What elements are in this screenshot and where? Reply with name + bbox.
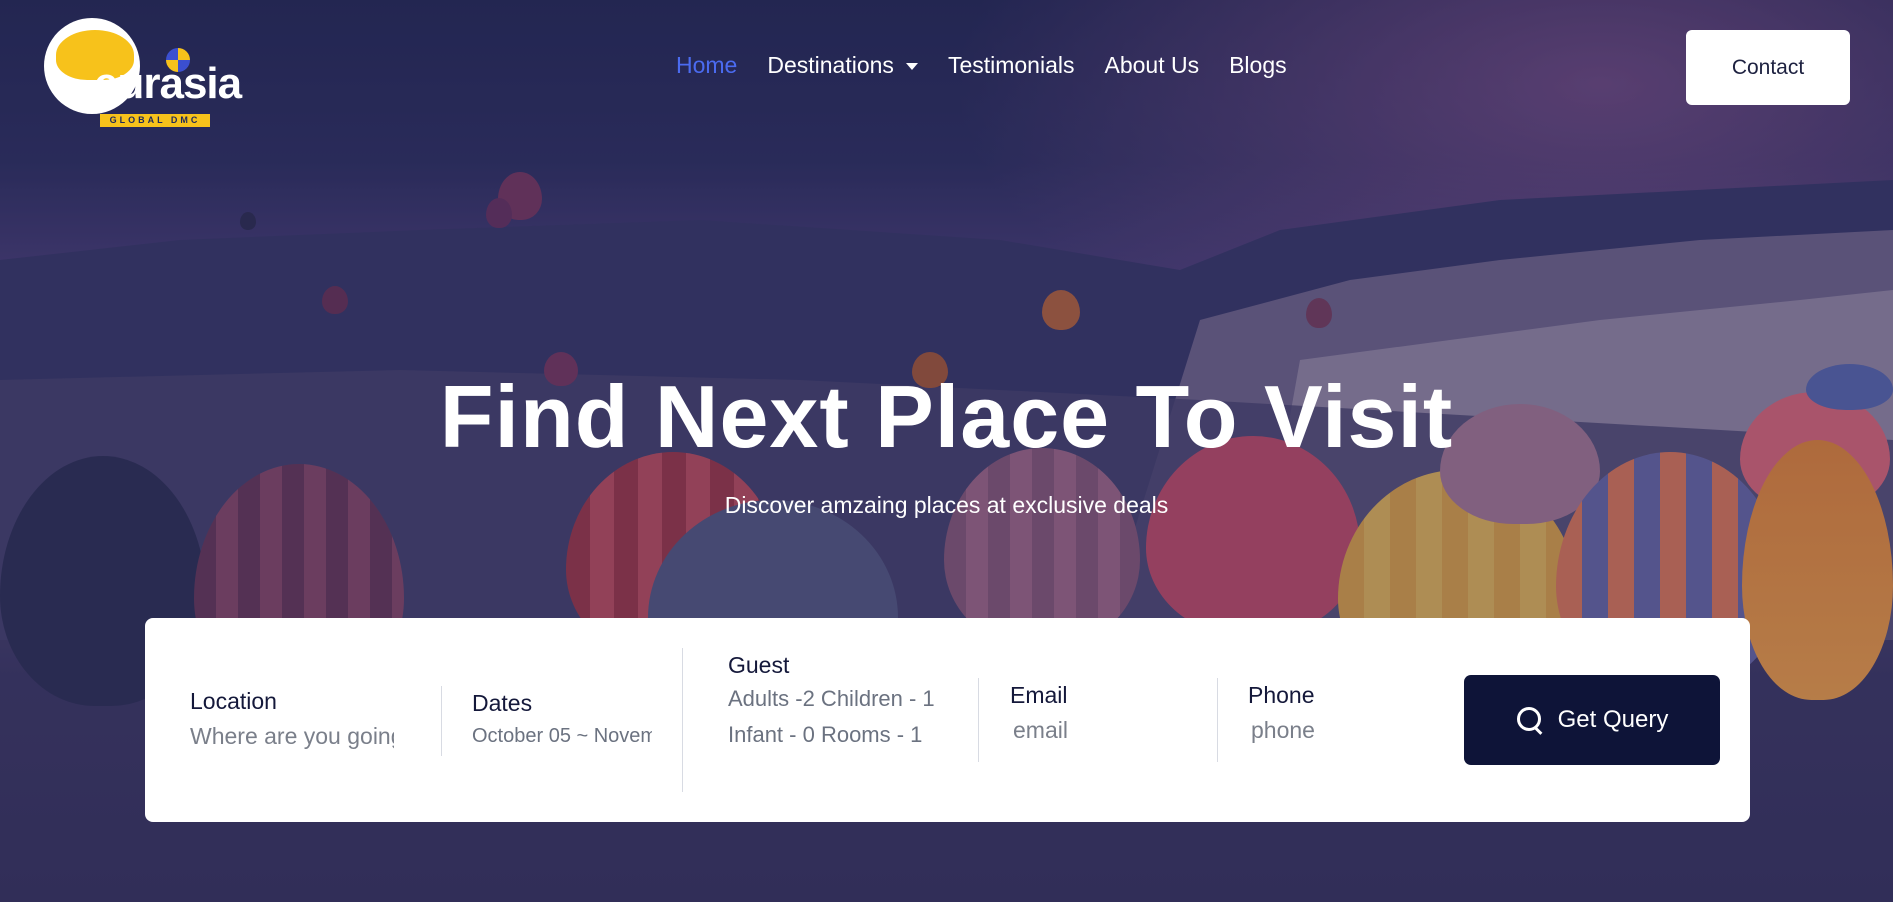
divider: [441, 686, 442, 756]
nav-item-destinations[interactable]: Destinations: [767, 52, 918, 79]
nav-item-about-us[interactable]: About Us: [1104, 52, 1199, 79]
main-nav: Home Destinations Testimonials About Us …: [676, 52, 1287, 79]
nav-item-testimonials[interactable]: Testimonials: [948, 52, 1075, 79]
chevron-down-icon: [905, 63, 918, 70]
get-query-button[interactable]: Get Query: [1464, 675, 1720, 765]
nav-item-label: Destinations: [767, 52, 894, 78]
hero-title: Find Next Place To Visit: [439, 367, 1454, 466]
hero-subtitle: Discover amzaing places at exclusive dea…: [724, 492, 1169, 518]
dates-field: Dates: [472, 690, 652, 748]
get-query-label: Get Query: [1557, 706, 1669, 733]
phone-label: Phone: [1248, 682, 1315, 708]
location-field: Location: [190, 688, 398, 750]
dates-input[interactable]: [472, 725, 652, 748]
nav-item-home[interactable]: Home: [676, 52, 737, 79]
nav-item-blogs[interactable]: Blogs: [1229, 52, 1287, 79]
guest-field[interactable]: Guest Adults -2 Children - 1 Infant - 0 …: [728, 652, 942, 753]
divider: [1217, 678, 1218, 762]
logo-tagline: GLOBAL DMC: [100, 114, 210, 127]
nav-item-label: Testimonials: [947, 52, 1075, 78]
dates-label: Dates: [472, 690, 533, 716]
phone-field: Phone: [1248, 682, 1428, 744]
nav-item-label: Blogs: [1229, 52, 1287, 78]
guest-value: Adults -2 Children - 1 Infant - 0 Rooms …: [728, 686, 935, 747]
divider: [682, 648, 683, 792]
phone-input[interactable]: [1251, 717, 1411, 744]
nav-item-label: About Us: [1104, 52, 1200, 78]
logo-wordmark: eurasia: [94, 59, 242, 108]
location-input[interactable]: [190, 723, 394, 750]
email-label: Email: [1010, 682, 1068, 708]
contact-button[interactable]: Contact: [1686, 30, 1850, 105]
email-input[interactable]: [1013, 717, 1193, 744]
brand-logo[interactable]: eurasia GLOBAL DMC: [44, 18, 242, 127]
nav-item-label: Home: [676, 52, 738, 78]
search-icon: [1516, 706, 1544, 734]
divider: [978, 678, 979, 762]
guest-label: Guest: [728, 652, 790, 678]
email-field: Email: [1010, 682, 1193, 744]
location-label: Location: [190, 688, 277, 714]
